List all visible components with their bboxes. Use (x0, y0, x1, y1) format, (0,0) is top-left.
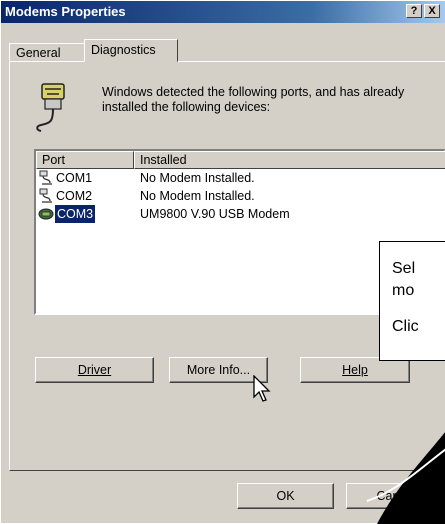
driver-label: Driver (77, 363, 112, 377)
callout-line-1: Sel (392, 260, 416, 277)
installed-device: UM9800 V.90 USB Modem (140, 207, 290, 221)
ok-button[interactable]: OK (237, 483, 334, 509)
diagnostics-message: Windows detected the following ports, an… (102, 85, 405, 114)
driver-button[interactable]: Driver (35, 357, 154, 383)
modems-properties-window: Modems Properties ? X General Diagnostic… (0, 0, 445, 524)
mouse-pointer-icon (253, 375, 271, 402)
column-header-port[interactable]: Port (36, 151, 134, 169)
callout-line-3: Clic (392, 318, 419, 335)
list-item-selected[interactable]: COM3 UM9800 V.90 USB Modem (36, 205, 436, 223)
close-button[interactable]: X (424, 4, 440, 18)
port-icon (39, 188, 52, 203)
tab-diagnostics[interactable]: Diagnostics (84, 39, 178, 62)
window-title: Modems Properties (5, 4, 126, 19)
list-item[interactable]: COM2 No Modem Installed. (36, 187, 436, 205)
port-icon (39, 170, 52, 185)
port-name: COM2 (56, 189, 93, 203)
help-label: Help (342, 363, 368, 377)
tab-general[interactable]: General (9, 43, 85, 61)
title-bar: Modems Properties ? X (1, 1, 445, 23)
list-item[interactable]: COM1 No Modem Installed. (36, 169, 436, 187)
callout-line-2: mo (392, 282, 415, 299)
callout-box: Sel mo Clic (379, 241, 445, 361)
column-header-installed[interactable]: Installed (134, 151, 445, 169)
callout-pointer-shape (366, 432, 445, 524)
serial-port-icon (36, 83, 65, 132)
port-name: COM1 (56, 171, 93, 185)
modem-icon (38, 208, 54, 220)
installed-device: No Modem Installed. (140, 171, 255, 185)
port-name: COM3 (55, 205, 96, 223)
help-title-button[interactable]: ? (406, 4, 422, 18)
installed-device: No Modem Installed. (140, 189, 255, 203)
more-info-label: More Info... (186, 363, 251, 377)
